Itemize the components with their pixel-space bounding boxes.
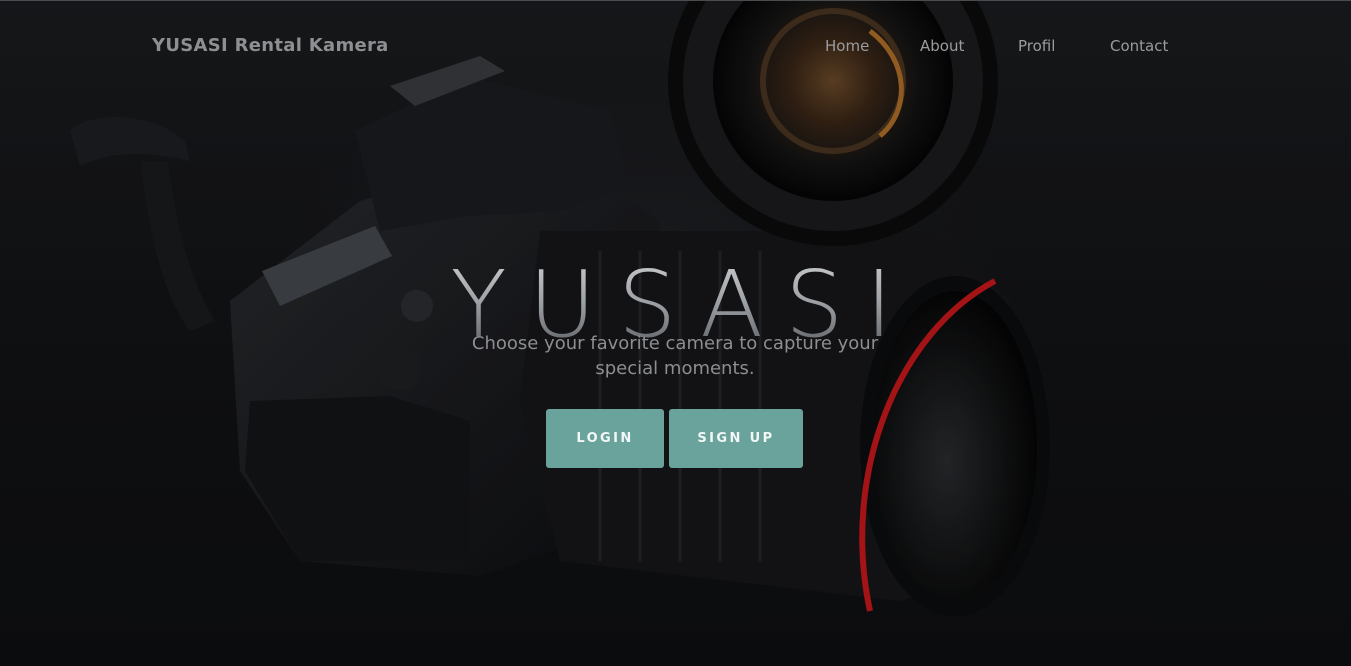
signup-button[interactable]: SIGN UP — [669, 409, 803, 468]
nav-contact-link[interactable]: Contact — [1110, 37, 1168, 55]
nav-profil-link[interactable]: Profil — [1018, 37, 1055, 55]
nav-home-link[interactable]: Home — [825, 37, 869, 55]
landing-page: YUSASI Rental Kamera Home About Profil C… — [0, 0, 1351, 666]
top-navbar: YUSASI Rental Kamera Home About Profil C… — [0, 1, 1351, 91]
nav-about-link[interactable]: About — [920, 37, 964, 55]
login-button[interactable]: LOGIN — [546, 409, 664, 468]
nav-links: Home About Profil Contact — [0, 37, 1351, 61]
hero-subtitle: Choose your favorite camera to capture y… — [471, 333, 879, 379]
